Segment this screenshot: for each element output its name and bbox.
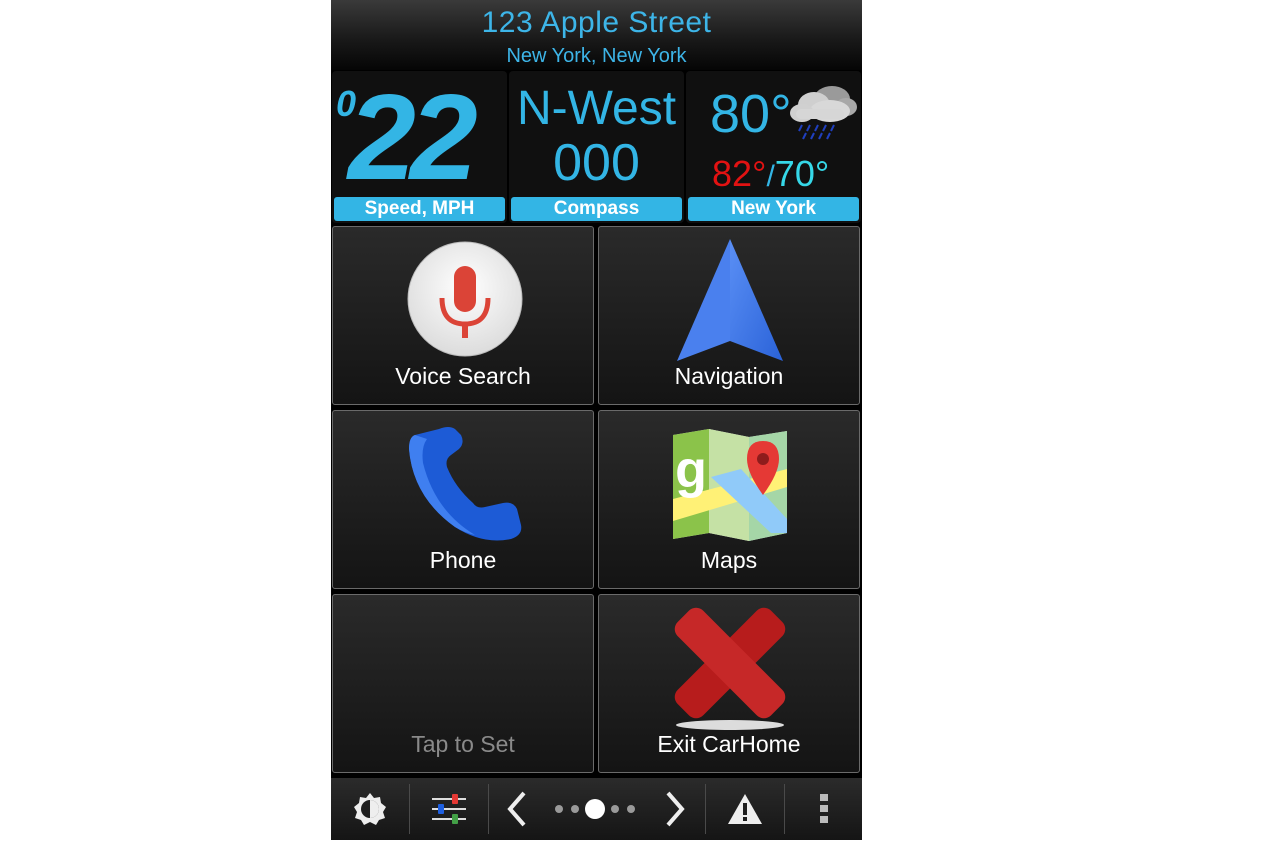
low-temperature: 70°	[774, 153, 830, 194]
street-address: 123 Apple Street	[481, 6, 712, 39]
page-dots	[555, 799, 635, 819]
bottom-divider	[488, 784, 489, 834]
bottom-bar	[331, 778, 862, 840]
car-home-screen: 123 Apple Street New York, New York 0 22…	[331, 0, 862, 840]
speed-widget[interactable]: 0 22 Speed, MPH	[332, 71, 507, 223]
overflow-menu-icon	[819, 794, 828, 823]
close-x-icon	[674, 607, 786, 730]
chevron-left-icon	[507, 791, 526, 827]
maps-tile[interactable]: g Maps	[598, 410, 860, 589]
warning-icon	[727, 794, 762, 824]
exit-carhome-tile[interactable]: Exit CarHome	[598, 594, 860, 773]
page-indicator	[547, 778, 643, 840]
warning-button[interactable]	[706, 778, 783, 840]
page-dot-active	[585, 799, 605, 819]
navigation-label: Navigation	[674, 363, 784, 389]
compass-widget[interactable]: N-West 000 Compass	[509, 71, 684, 223]
tap-to-set-label: Tap to Set	[411, 731, 515, 757]
phone-label: Phone	[429, 547, 497, 573]
overflow-menu-button[interactable]	[785, 778, 862, 840]
voice-search-label: Voice Search	[395, 363, 531, 389]
phone-icon	[409, 427, 522, 541]
navigation-arrow-icon	[677, 239, 783, 361]
settings-button[interactable]	[410, 778, 487, 840]
exit-carhome-label: Exit CarHome	[657, 731, 801, 757]
high-low-temperature: 82°/70°	[712, 153, 829, 195]
brightness-icon	[353, 793, 386, 825]
microphone-icon	[407, 241, 523, 357]
current-temperature: 80°	[710, 84, 792, 144]
page-dot	[571, 805, 579, 813]
speed-value: 22	[348, 71, 478, 205]
temp-separator: /	[766, 160, 775, 193]
page-dot	[611, 805, 619, 813]
voice-search-tile[interactable]: Voice Search	[332, 226, 594, 405]
weather-location-label: New York	[688, 197, 859, 221]
page-dot	[555, 805, 563, 813]
tap-to-set-tile[interactable]: Tap to Set	[332, 594, 594, 773]
phone-tile[interactable]: Phone	[332, 410, 594, 589]
address-header: 123 Apple Street New York, New York	[331, 0, 862, 70]
speed-label: Speed, MPH	[334, 197, 505, 221]
settings-sliders-icon	[431, 794, 466, 824]
rain-cloud-icon	[790, 86, 857, 140]
page-dot	[627, 805, 635, 813]
svg-text:g: g	[675, 441, 707, 499]
compass-degrees: 000	[553, 134, 640, 192]
chevron-right-icon	[666, 791, 685, 827]
brightness-button[interactable]	[331, 778, 408, 840]
next-page-button[interactable]	[661, 778, 689, 840]
previous-page-button[interactable]	[503, 778, 531, 840]
weather-widget[interactable]: 80° 82°/70° New York	[686, 71, 861, 223]
city-state: New York, New York	[506, 45, 687, 67]
high-temperature: 82°	[712, 153, 767, 194]
compass-label: Compass	[511, 197, 682, 221]
maps-label: Maps	[700, 547, 758, 573]
navigation-tile[interactable]: Navigation	[598, 226, 860, 405]
maps-icon: g	[673, 429, 787, 541]
compass-direction: N-West	[516, 82, 677, 135]
